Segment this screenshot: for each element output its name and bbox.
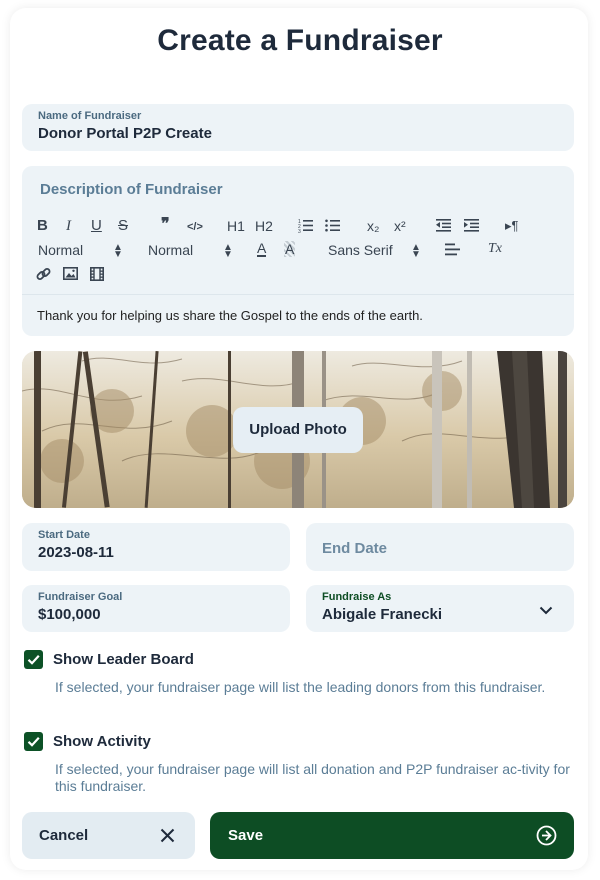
italic-button[interactable]: I xyxy=(66,218,71,234)
bold-button[interactable]: B xyxy=(37,218,48,234)
description-text[interactable]: Thank you for helping us share the Gospe… xyxy=(37,308,423,323)
text-color-button[interactable]: A xyxy=(257,241,267,257)
end-date-field[interactable]: End Date xyxy=(306,523,574,571)
activity-help-text: If selected, your fundraiser page will l… xyxy=(55,761,570,794)
checkbox-checked[interactable] xyxy=(24,732,43,751)
arrow-right-circle-icon xyxy=(536,825,557,851)
editor-divider xyxy=(22,294,574,295)
save-label: Save xyxy=(228,827,264,844)
link-icon[interactable] xyxy=(36,267,51,285)
cancel-button[interactable]: Cancel xyxy=(22,812,195,859)
size-select[interactable]: Normal ▲ ▼ xyxy=(148,242,233,260)
cancel-label: Cancel xyxy=(39,827,89,844)
fundraiser-name-label: Name of Fundraiser xyxy=(38,110,142,122)
indent-icon[interactable] xyxy=(464,218,479,235)
description-label: Description of Fundraiser xyxy=(40,181,223,198)
blockquote-button[interactable]: ❞ xyxy=(161,217,170,233)
checkbox-checked[interactable] xyxy=(24,650,43,669)
select-arrows-icon: ▲ ▼ xyxy=(223,242,233,260)
start-date-label: Start Date xyxy=(38,529,90,541)
fundraiser-name-value[interactable]: Donor Portal P2P Create xyxy=(38,125,212,142)
close-icon xyxy=(160,828,175,848)
font-select[interactable]: Sans Serif ▲ ▼ xyxy=(328,242,421,260)
fundraiser-goal-value[interactable]: $100,000 xyxy=(38,606,101,623)
svg-text:3: 3 xyxy=(298,229,301,233)
bullet-list-icon[interactable] xyxy=(325,218,340,236)
heading-2-button[interactable]: H2 xyxy=(255,218,273,234)
page-title: Create a Fundraiser xyxy=(157,24,443,57)
header-select[interactable]: Normal ▲ ▼ xyxy=(38,242,123,260)
checkmark-icon xyxy=(27,655,40,665)
show-activity-label: Show Activity xyxy=(53,733,151,750)
fundraise-as-select[interactable]: Fundraise As Abigale Franecki xyxy=(306,585,574,632)
show-leader-board-label: Show Leader Board xyxy=(53,651,194,668)
heading-1-button[interactable]: H1 xyxy=(227,218,245,234)
subscript-button[interactable]: x₂ xyxy=(367,218,379,234)
upload-photo-button[interactable]: Upload Photo xyxy=(233,407,363,453)
start-date-field[interactable]: Start Date 2023-08-11 xyxy=(22,523,290,571)
select-arrows-icon: ▲ ▼ xyxy=(113,242,123,260)
fundraiser-goal-field[interactable]: Fundraiser Goal $100,000 xyxy=(22,585,290,632)
description-editor: Description of Fundraiser B I U S ❞ </> … xyxy=(22,166,574,336)
clear-formatting-button[interactable]: Tx xyxy=(488,241,502,257)
header-select-value: Normal xyxy=(38,242,84,258)
superscript-button[interactable]: x² xyxy=(394,218,406,234)
fundraise-as-value: Abigale Franecki xyxy=(322,606,443,623)
text-direction-button[interactable]: ▸¶ xyxy=(505,218,519,234)
start-date-value[interactable]: 2023-08-11 xyxy=(38,544,114,561)
strikethrough-button[interactable]: S xyxy=(118,218,128,234)
code-block-button[interactable]: </> xyxy=(187,219,203,235)
chevron-down-icon[interactable] xyxy=(539,602,553,620)
fundraiser-goal-label: Fundraiser Goal xyxy=(38,591,123,603)
ordered-list-icon[interactable]: 123 xyxy=(298,218,313,236)
video-icon[interactable] xyxy=(90,267,104,284)
image-icon[interactable] xyxy=(63,267,78,283)
outdent-icon[interactable] xyxy=(436,218,451,235)
underline-button[interactable]: U xyxy=(91,218,102,234)
select-arrows-icon: ▲ ▼ xyxy=(411,242,421,260)
font-select-value: Sans Serif xyxy=(328,242,393,258)
leader-board-help-text: If selected, your fundraiser page will l… xyxy=(55,679,546,695)
checkmark-icon xyxy=(27,737,40,747)
align-icon[interactable] xyxy=(445,243,460,259)
save-button[interactable]: Save xyxy=(210,812,574,859)
fundraiser-name-field[interactable]: Name of Fundraiser Donor Portal P2P Crea… xyxy=(22,104,574,151)
background-color-button[interactable]: A xyxy=(284,241,296,257)
fundraise-as-label: Fundraise As xyxy=(322,591,392,603)
size-select-value: Normal xyxy=(148,242,194,258)
end-date-placeholder[interactable]: End Date xyxy=(322,540,387,557)
